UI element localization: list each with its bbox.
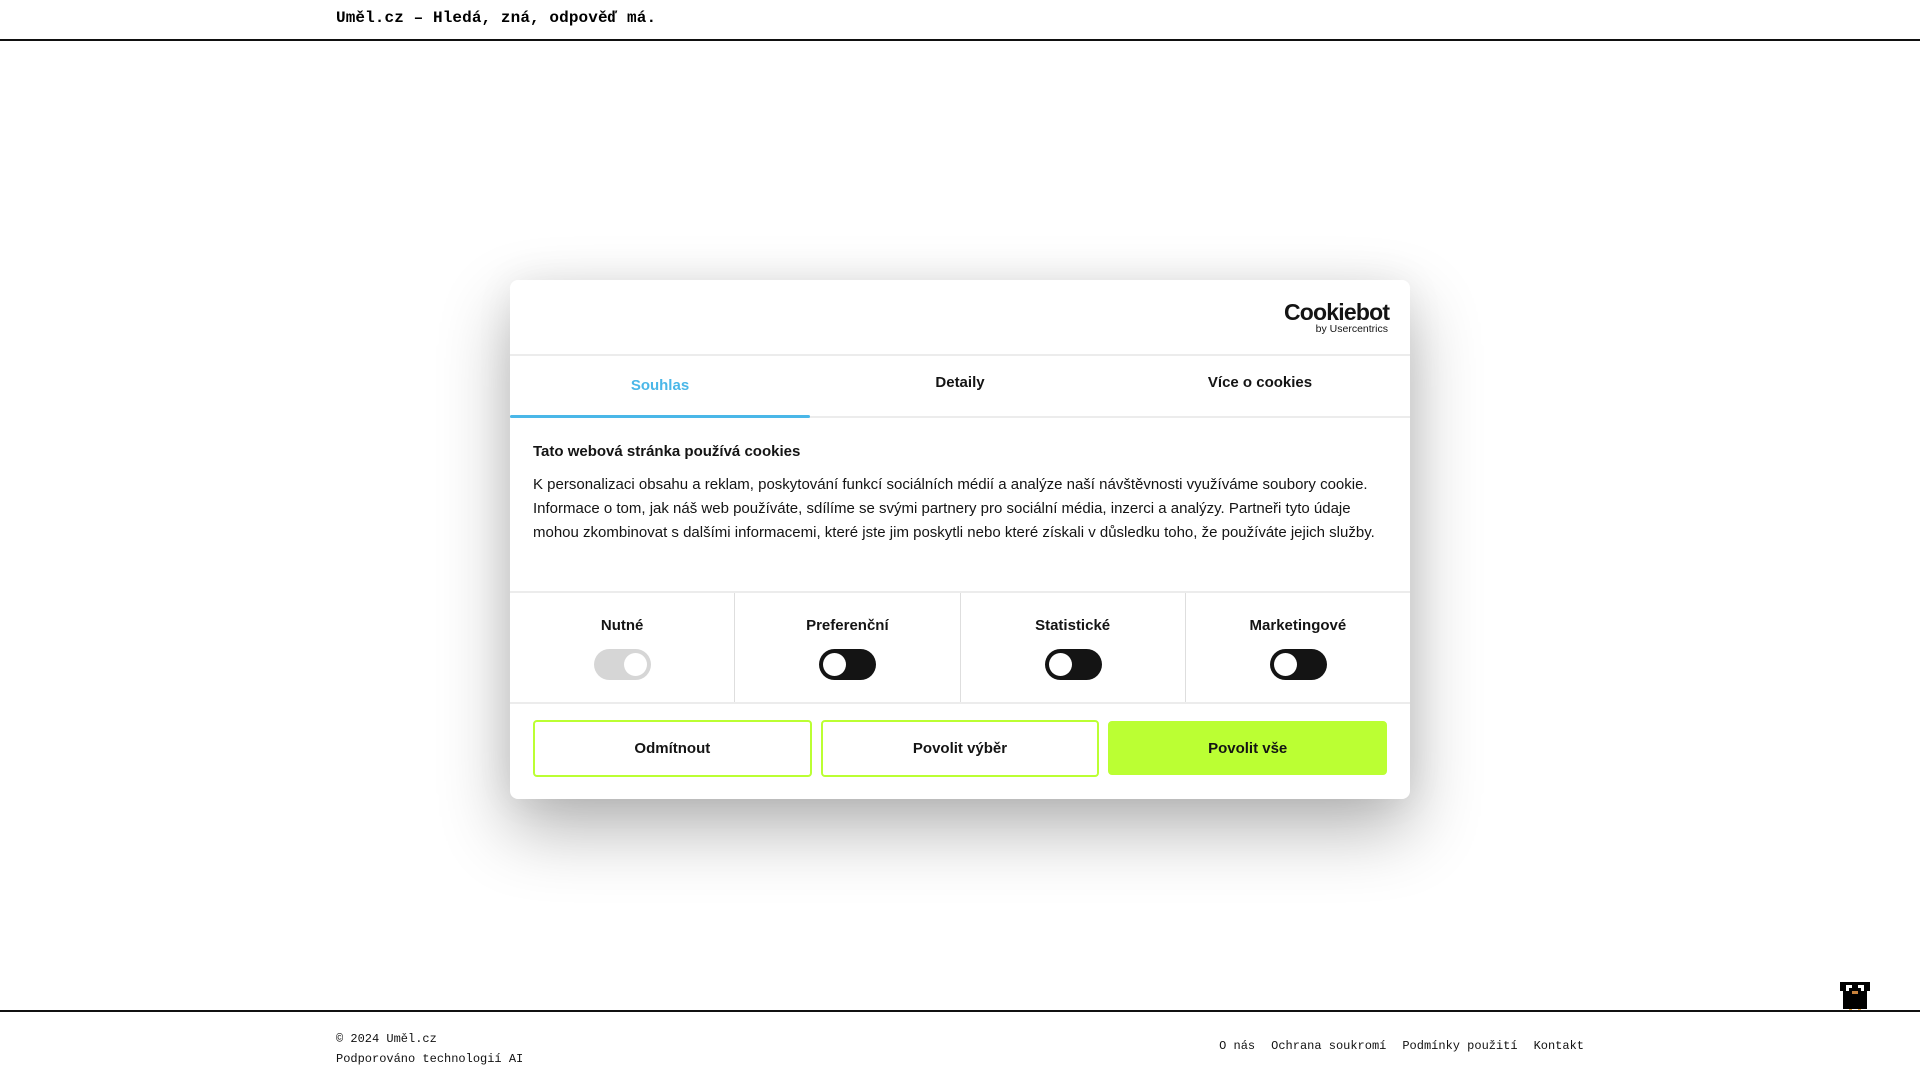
category-preferences-label: Preferenční	[806, 617, 889, 634]
toggle-knob	[1273, 653, 1297, 676]
toggle-knob	[823, 653, 847, 676]
cookiebot-logo-name: Cookiebot	[1284, 299, 1390, 325]
tab-consent-label: Souhlas	[630, 377, 690, 394]
category-preferences: Preferenční	[735, 593, 961, 702]
statistics-toggle[interactable]	[1044, 649, 1102, 680]
category-statistics: Statistické	[961, 593, 1186, 702]
footer-link-terms[interactable]: Podmínky použití	[1402, 1039, 1517, 1053]
cookiebot-logo: Cookiebot by Usercentrics	[1284, 299, 1390, 336]
cookie-categories: Nutné Preferenční Statistické Marketingo…	[510, 591, 1410, 704]
necessary-toggle[interactable]	[594, 649, 652, 680]
category-marketing-label: Marketingové	[1249, 617, 1347, 634]
site-footer: © 2024 Uměl.cz Podporováno technologií A…	[0, 1010, 1920, 1080]
tab-about-cookies-label: Více o cookies	[1207, 374, 1313, 391]
consent-text: K personalizaci obsahu a reklam, poskyto…	[533, 476, 1375, 541]
copyright-text: © 2024 Uměl.cz	[336, 1032, 437, 1046]
tab-details[interactable]: Detaily	[810, 356, 1110, 416]
site-title[interactable]: Uměl.cz – Hledá, zná, odpověď má.	[336, 9, 656, 27]
dialog-header: Cookiebot by Usercentrics	[510, 280, 1410, 356]
penguin-mascot-icon[interactable]	[1840, 982, 1870, 1012]
site-header: Uměl.cz – Hledá, zná, odpověď má.	[0, 0, 1920, 41]
marketing-toggle[interactable]	[1269, 649, 1327, 680]
footer-info: © 2024 Uměl.cz Podporováno technologií A…	[336, 1029, 523, 1069]
consent-title: Tato webová stránka používá cookies	[533, 443, 801, 460]
category-necessary: Nutné	[510, 593, 736, 702]
dialog-tabs: Souhlas Detaily Více o cookies	[510, 356, 1410, 418]
consent-content: Tato webová stránka používá cookies K pe…	[533, 442, 1393, 545]
tab-consent[interactable]: Souhlas	[510, 356, 810, 418]
allow-selection-button[interactable]: Povolit výběr	[820, 720, 1100, 777]
toggle-knob	[1048, 653, 1072, 676]
category-marketing: Marketingové	[1186, 593, 1410, 702]
allow-all-button[interactable]: Povolit vše	[1108, 721, 1388, 775]
footer-link-about[interactable]: O nás	[1219, 1039, 1255, 1053]
decline-button[interactable]: Odmítnout	[533, 720, 812, 777]
category-necessary-label: Nutné	[600, 617, 644, 634]
tab-about-cookies[interactable]: Více o cookies	[1110, 356, 1410, 416]
toggle-knob	[624, 653, 648, 676]
footer-link-privacy[interactable]: Ochrana soukromí	[1271, 1039, 1386, 1053]
footer-link-contact[interactable]: Kontakt	[1534, 1039, 1584, 1053]
cookie-consent-dialog: Cookiebot by Usercentrics Souhlas Detail…	[510, 280, 1410, 799]
tab-details-label: Detaily	[935, 374, 985, 391]
category-statistics-label: Statistické	[1035, 617, 1111, 634]
consent-buttons: Odmítnout Povolit výběr Povolit vše	[533, 720, 1388, 777]
preferences-toggle[interactable]	[819, 649, 877, 680]
powered-by-text: Podporováno technologií AI	[336, 1052, 524, 1066]
footer-nav: O nás Ochrana soukromí Podmínky použití …	[1219, 1039, 1584, 1053]
